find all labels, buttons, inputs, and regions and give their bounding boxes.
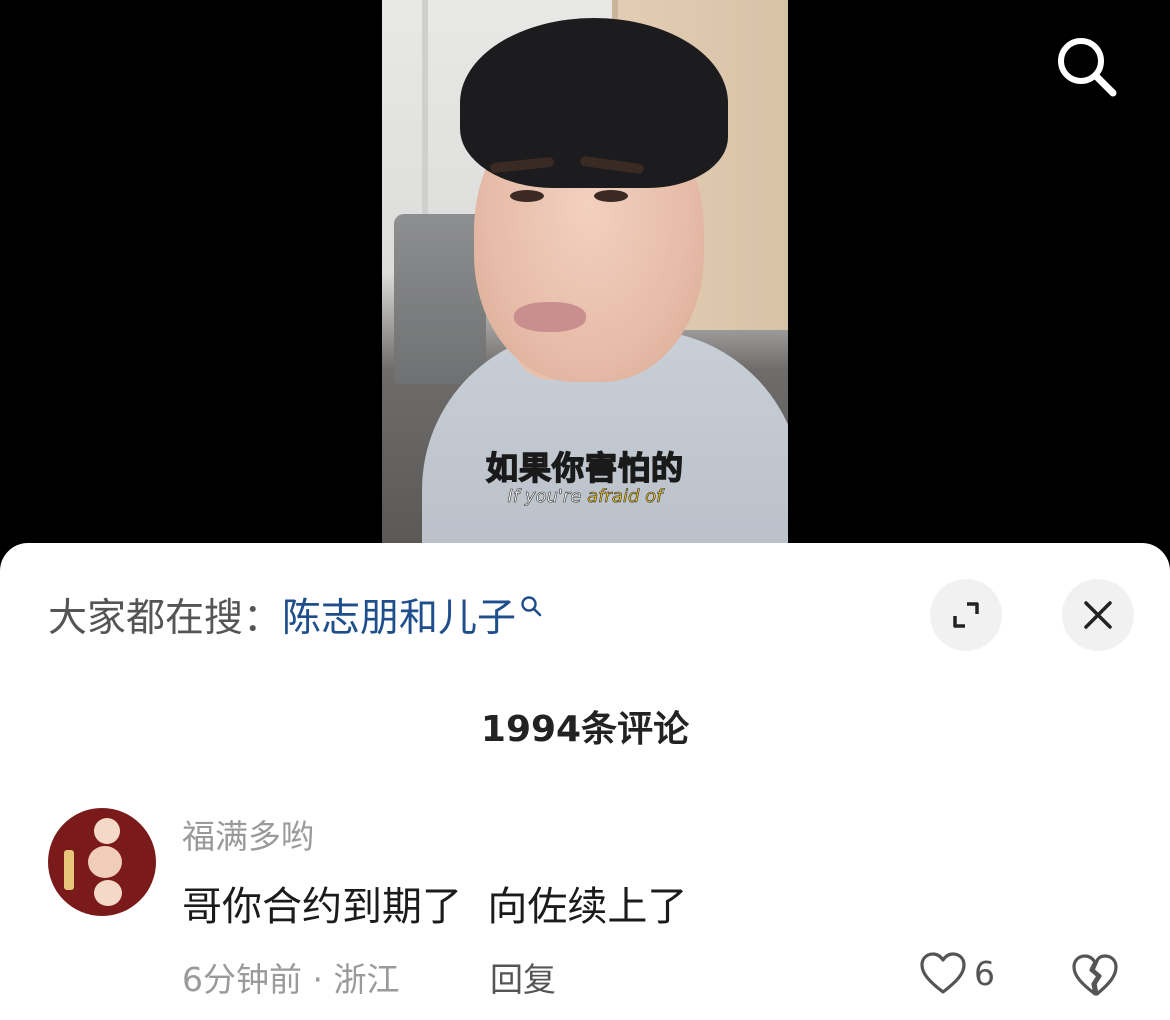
avatar-figure <box>94 880 122 906</box>
like-button[interactable]: 6 <box>918 950 995 996</box>
person-lips <box>514 302 586 332</box>
wall-decoration <box>422 0 428 240</box>
video-subtitle-english: If you're afraid of <box>382 486 788 508</box>
comment-count-title: 1994条评论 <box>480 709 690 750</box>
subtitle-en-highlight: afraid of <box>587 486 663 508</box>
video-area[interactable]: 如果你害怕的 If you're afraid of <box>0 0 1170 560</box>
search-suggestion[interactable]: 大家都在搜： 陈志朋和儿子 <box>48 587 542 643</box>
background-chair <box>394 214 486 384</box>
video-subtitle-chinese: 如果你害怕的 <box>382 443 788 489</box>
heart-icon <box>920 952 966 994</box>
avatar[interactable] <box>48 808 156 916</box>
reply-button[interactable]: 回复 <box>490 953 556 1001</box>
subtitle-cn-prefix: 如果你 <box>485 448 585 488</box>
broken-heart-icon <box>1072 954 1118 996</box>
search-icon[interactable] <box>1053 33 1119 99</box>
comment-time-location: 6分钟前 · 浙江 <box>182 960 400 999</box>
person-eye <box>594 190 628 202</box>
expand-icon <box>953 602 979 628</box>
expand-button[interactable] <box>930 579 1002 651</box>
suggestion-prefix: 大家都在搜： <box>48 596 283 641</box>
search-small-icon <box>521 596 542 617</box>
search-button[interactable] <box>1050 30 1122 102</box>
like-count: 6 <box>974 953 995 993</box>
suggestion-query-link[interactable]: 陈志朋和儿子 <box>282 587 516 643</box>
avatar-figure <box>88 846 122 878</box>
subtitle-cn-highlight: 害怕的 <box>584 448 685 488</box>
avatar-figure <box>94 818 120 844</box>
close-icon <box>1084 601 1112 629</box>
person-eye <box>510 190 544 202</box>
dislike-button[interactable] <box>1070 950 1120 1004</box>
subtitle-en-prefix: If you're <box>507 486 588 508</box>
video-frame[interactable]: 如果你害怕的 If you're afraid of <box>382 0 788 545</box>
comment-username[interactable]: 福满多哟 <box>182 810 314 858</box>
comment-text[interactable]: 哥你合约到期了 向佐续上了 <box>182 874 687 932</box>
avatar-decoration <box>64 850 74 890</box>
close-button[interactable] <box>1062 579 1134 651</box>
